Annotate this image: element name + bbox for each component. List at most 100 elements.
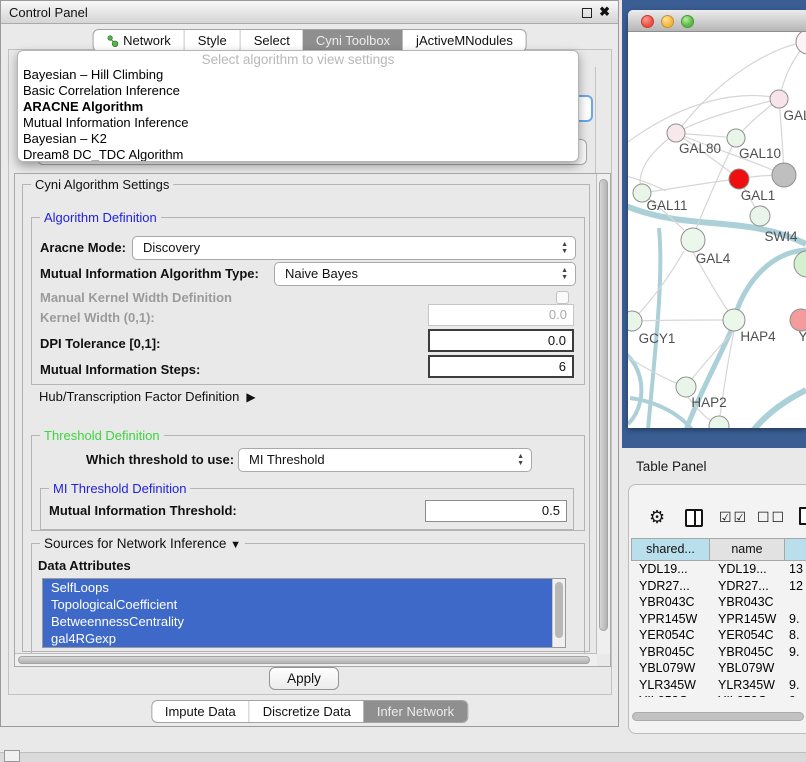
sources-group: Sources for Network Inference ▼ Data Att…: [31, 543, 585, 655]
control-panel-titlebar: Control Panel ✖: [1, 1, 618, 24]
table-row[interactable]: YIL052CYIL052C9: [631, 693, 806, 697]
manual-kernel-checkbox[interactable]: [556, 291, 569, 304]
aracne-mode-label: Aracne Mode:: [40, 236, 126, 260]
columns-icon[interactable]: [685, 509, 703, 527]
control-panel-title: Control Panel: [9, 1, 88, 24]
algorithm-option-aracne-algorithm[interactable]: ARACNE Algorithm: [18, 99, 578, 115]
network-node[interactable]: [667, 124, 685, 142]
minimized-panel-button[interactable]: [4, 750, 20, 762]
mi-threshold-field[interactable]: 0.5: [425, 500, 567, 522]
aracne-mode-combo[interactable]: Discovery ▲▼: [132, 236, 576, 260]
network-node[interactable]: [772, 163, 796, 187]
node-label-gal10: GAL10: [739, 146, 781, 161]
algorithm-option-bayesian-k2[interactable]: Bayesian – K2: [18, 131, 578, 147]
attribute-item-topologicalcoefficient[interactable]: TopologicalCoefficient: [43, 596, 552, 613]
attributes-scroll-thumb[interactable]: [555, 582, 563, 638]
settings-vscroll-thumb[interactable]: [599, 179, 608, 631]
network-node[interactable]: [729, 169, 749, 189]
settings-horizontal-scrollbar[interactable]: [15, 653, 597, 666]
attribute-item-betweennesscentrality[interactable]: BetweennessCentrality: [43, 613, 552, 630]
algorithm-option-basic-correlation-inference[interactable]: Basic Correlation Inference: [18, 83, 578, 99]
tab-cyni-toolbox[interactable]: Cyni Toolbox: [303, 30, 403, 51]
table-row[interactable]: YDR27...YDR27...12: [631, 578, 806, 595]
table-row[interactable]: YBR045CYBR045C9.: [631, 644, 806, 661]
which-threshold-combo[interactable]: MI Threshold ▲▼: [238, 448, 532, 472]
tab-select[interactable]: Select: [240, 30, 303, 51]
table-row[interactable]: YLR345WYLR345W9.: [631, 677, 806, 694]
table-horizontal-scrollbar[interactable]: [632, 712, 806, 722]
tab-discretize-data[interactable]: Discretize Data: [249, 701, 364, 722]
columns-divider: [694, 511, 696, 525]
algorithm-option-mutual-information-inference[interactable]: Mutual Information Inference: [18, 115, 578, 131]
tab-infer-network[interactable]: Infer Network: [364, 701, 467, 722]
table-cell: YPR145W: [710, 611, 785, 628]
aracne-mode-value: Discovery: [143, 240, 200, 255]
network-node[interactable]: [794, 251, 806, 277]
kernel-width-field[interactable]: 0.0: [428, 304, 574, 326]
attribute-item-gal4rgexp[interactable]: gal4RGexp: [43, 630, 552, 647]
settings-hscroll-thumb[interactable]: [18, 656, 590, 664]
network-edge: [632, 320, 723, 321]
hub-definition-toggle[interactable]: Hub/Transcription Factor Definition ▶: [39, 388, 256, 406]
network-node[interactable]: [750, 206, 770, 226]
tab-impute-data[interactable]: Impute Data: [152, 701, 249, 722]
attributes-scrollbar[interactable]: [552, 579, 565, 647]
float-panel-icon[interactable]: [582, 8, 592, 18]
network-node[interactable]: [796, 32, 806, 54]
deselect-all-checkboxes-icon[interactable]: ☐☐: [757, 509, 786, 526]
table-row[interactable]: YPR145WYPR145W9.: [631, 611, 806, 628]
table-hscroll-thumb[interactable]: [632, 712, 804, 721]
gear-icon[interactable]: ⚙: [649, 507, 665, 528]
table-row[interactable]: YDL19...YDL19...13: [631, 561, 806, 578]
stepper-arrows-icon: ▲▼: [517, 453, 524, 467]
attribute-item-selfloops[interactable]: SelfLoops: [43, 579, 552, 596]
network-canvas[interactable]: GALGAL80GAL10GAL1GAL11SWI4GAL4GCY1HAP4YH…: [628, 32, 806, 428]
stepper-arrows-icon: ▲▼: [561, 267, 568, 281]
sources-title[interactable]: Sources for Network Inference ▼: [40, 536, 245, 551]
network-node[interactable]: [770, 90, 788, 108]
cyni-group-title: Cyni Algorithm Settings: [31, 177, 173, 192]
tab-network[interactable]: Network: [93, 30, 184, 51]
network-node[interactable]: [709, 416, 729, 428]
table-row[interactable]: YBR043CYBR043C: [631, 594, 806, 611]
dpi-tolerance-field[interactable]: 0.0: [428, 329, 574, 352]
table-cell: YDR27...: [710, 578, 785, 595]
data-attributes-list[interactable]: SelfLoopsTopologicalCoefficientBetweenne…: [42, 578, 566, 648]
network-node[interactable]: [723, 309, 745, 331]
column-header-name[interactable]: name: [710, 538, 785, 561]
column-header-a[interactable]: A: [785, 538, 806, 561]
settings-vertical-scrollbar[interactable]: [596, 174, 610, 654]
manual-kernel-label: Manual Kernel Width Definition: [40, 289, 232, 307]
network-node[interactable]: [727, 129, 745, 147]
close-panel-icon[interactable]: ✖: [599, 4, 610, 20]
bottom-tab-bar: Impute Data Discretize Data Infer Network: [151, 700, 468, 723]
new-table-icon[interactable]: [799, 507, 806, 525]
close-window-icon[interactable]: [641, 15, 654, 28]
network-node[interactable]: [676, 377, 696, 397]
table-row[interactable]: YBL079WYBL079W: [631, 660, 806, 677]
network-node[interactable]: [628, 311, 642, 331]
tab-style[interactable]: Style: [184, 30, 240, 51]
algorithm-option-dream8-dc-tdc-algorithm[interactable]: Dream8 DC_TDC Algorithm: [18, 147, 578, 162]
minimize-window-icon[interactable]: [661, 15, 674, 28]
select-all-checkboxes-icon[interactable]: ☑☑: [719, 509, 748, 526]
zoom-window-icon[interactable]: [681, 15, 694, 28]
tab-label: Discretize Data: [263, 704, 351, 719]
network-node[interactable]: [681, 228, 705, 252]
apply-button[interactable]: Apply: [269, 667, 339, 690]
tab-jactivemnodules[interactable]: jActiveMNodules: [403, 30, 526, 51]
node-label-gal4: GAL4: [696, 251, 731, 266]
mi-steps-label: Mutual Information Steps:: [40, 359, 200, 381]
mi-type-combo[interactable]: Naive Bayes ▲▼: [274, 262, 576, 286]
network-window-titlebar[interactable]: [628, 10, 806, 32]
table-row[interactable]: YER054CYER054C8.: [631, 627, 806, 644]
algorithm-dropdown-popup: Select algorithm to view settings Bayesi…: [17, 50, 579, 162]
network-node[interactable]: [790, 309, 806, 331]
column-header-shared[interactable]: shared...: [631, 538, 710, 561]
table-cell: YBR043C: [631, 594, 710, 611]
mi-steps-field[interactable]: 6: [428, 355, 574, 378]
table-panel: ⚙ ☑☑ ☐☐ shared...nameA YDL19...YDL19...1…: [628, 484, 806, 734]
algorithm-option-bayesian-hill-climbing[interactable]: Bayesian – Hill Climbing: [18, 67, 578, 83]
mi-threshold-title: MI Threshold Definition: [49, 481, 190, 496]
table-cell: 8.: [785, 627, 806, 644]
